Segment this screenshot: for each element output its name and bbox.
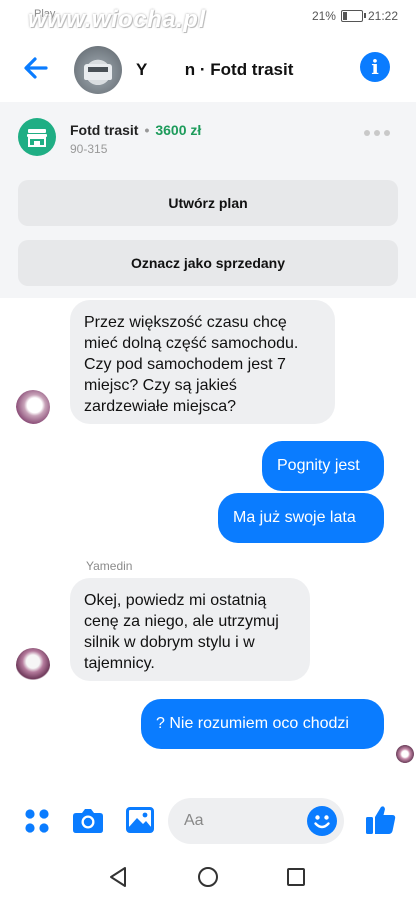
back-button[interactable] (20, 52, 52, 84)
seen-indicator-avatar (396, 745, 414, 763)
status-right: 21% 21:22 (312, 9, 398, 23)
contact-avatar[interactable] (74, 46, 122, 94)
info-icon: i (371, 55, 379, 79)
sender-avatar[interactable] (16, 390, 50, 424)
triangle-back-icon (110, 867, 126, 887)
battery-icon (340, 10, 366, 22)
mark-sold-button[interactable]: Oznacz jako sprzedany (18, 240, 398, 286)
nav-recent-button[interactable] (286, 867, 306, 892)
arrow-left-icon (24, 57, 48, 79)
message-incoming[interactable]: Okej, powiedz mi ostatnią cenę za niego,… (70, 578, 310, 681)
message-outgoing[interactable]: Ma już swoje lata (218, 493, 384, 543)
listing-title: Fotd trasit (70, 122, 139, 138)
camera-button[interactable] (72, 806, 104, 839)
square-recent-icon (287, 868, 305, 886)
like-button[interactable] (364, 803, 398, 842)
watermark: www.wiocha.pl (28, 6, 206, 33)
camera-icon (73, 809, 103, 833)
message-input-placeholder: Aa (184, 812, 204, 829)
status-bar: Play www.wiocha.pl 21% 21:22 (0, 0, 416, 34)
info-button[interactable]: i (360, 52, 390, 82)
gallery-button[interactable] (125, 805, 155, 840)
circle-home-icon (198, 867, 218, 887)
thumbs-up-icon (366, 806, 396, 834)
listing-price: 3600 zł (155, 122, 202, 138)
four-dots-icon (25, 809, 49, 833)
nav-back-button[interactable] (108, 866, 128, 893)
sender-name: Yamedin (86, 559, 133, 573)
battery-percent: 21% (311, 9, 336, 23)
image-icon (126, 807, 154, 833)
sender-avatar[interactable] (16, 648, 50, 682)
smiley-icon (314, 815, 330, 829)
nav-home-button[interactable] (197, 866, 219, 893)
clock: 21:22 (367, 9, 398, 23)
more-options-icon[interactable] (364, 130, 390, 136)
message-incoming[interactable]: Przez większość czasu chcę mieć dolną cz… (70, 300, 335, 424)
apps-button[interactable] (24, 808, 50, 839)
system-nav-bar (0, 852, 416, 900)
storefront-icon (27, 129, 47, 147)
create-plan-button[interactable]: Utwórz plan (18, 180, 398, 226)
conversation-title[interactable]: Y n · Fotd trasit (136, 60, 293, 80)
message-outgoing[interactable]: ? Nie rozumiem oco chodzi (141, 699, 384, 749)
listing-heading[interactable]: Fotd trasit • 3600 zł (70, 122, 201, 138)
listing-postal-code: 90-315 (70, 142, 108, 156)
message-outgoing[interactable]: Pognity jest (262, 441, 384, 491)
emoji-button[interactable] (307, 806, 337, 836)
listing-shop-icon (18, 118, 56, 156)
